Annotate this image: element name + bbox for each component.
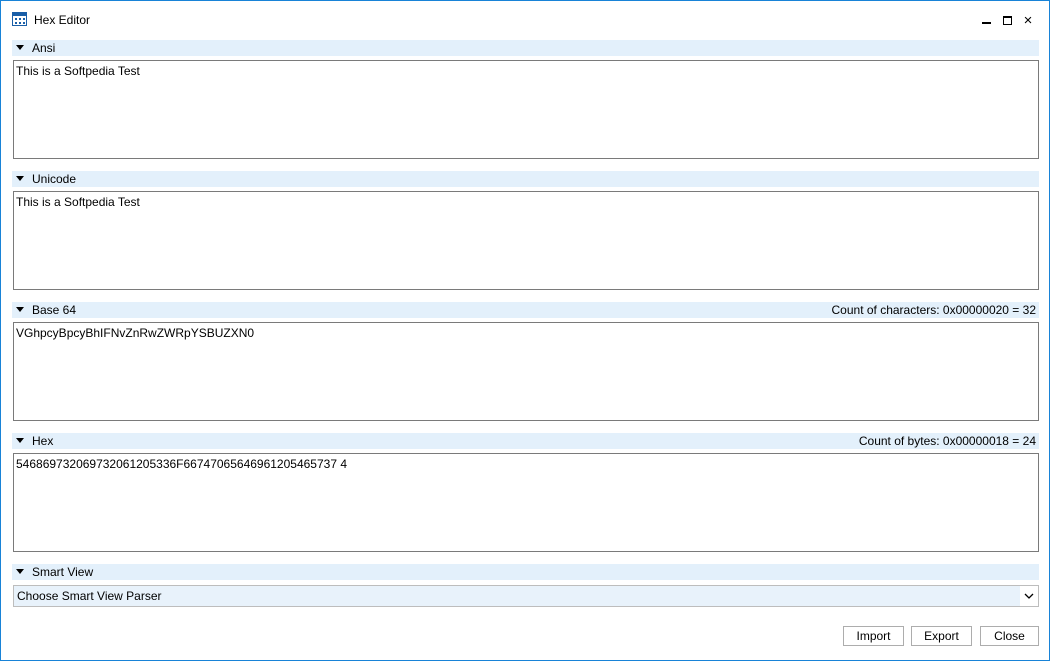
maximize-button[interactable] xyxy=(996,9,1018,31)
unicode-textbox[interactable]: This is a Softpedia Test xyxy=(13,191,1039,290)
unicode-section-header[interactable]: Unicode xyxy=(12,171,1039,187)
ansi-textbox[interactable]: This is a Softpedia Test xyxy=(13,60,1039,159)
smart-view-section-header[interactable]: Smart View xyxy=(12,564,1039,580)
close-icon: × xyxy=(1023,11,1033,29)
maximize-icon xyxy=(1002,15,1012,25)
smart-view-label: Smart View xyxy=(32,565,94,579)
hex-textbox[interactable]: 546869732069732061205336F667470656469612… xyxy=(13,453,1039,552)
base64-character-count: Count of characters: 0x00000020 = 32 xyxy=(831,303,1036,317)
unicode-label: Unicode xyxy=(32,172,77,186)
hex-byte-count: Count of bytes: 0x00000018 = 24 xyxy=(858,434,1036,448)
collapse-arrow-icon xyxy=(16,569,24,574)
title-bar[interactable]: Hex Editor × xyxy=(1,1,1049,37)
base64-section-header[interactable]: Base 64 Count of characters: 0x00000020 … xyxy=(12,302,1039,318)
collapse-arrow-icon xyxy=(16,438,24,443)
collapse-arrow-icon xyxy=(16,176,24,181)
smart-view-parser-select[interactable]: Choose Smart View Parser xyxy=(13,585,1039,607)
ansi-label: Ansi xyxy=(32,41,56,55)
import-button[interactable]: Import xyxy=(843,626,904,646)
window-title: Hex Editor xyxy=(34,13,91,27)
base64-textbox[interactable]: VGhpcyBpcyBhIFNvZnRwZWRpYSBUZXN0 xyxy=(13,322,1039,421)
collapse-arrow-icon xyxy=(16,45,24,50)
smart-view-selected-value: Choose Smart View Parser xyxy=(17,589,162,603)
close-window-button[interactable]: × xyxy=(1017,9,1039,31)
collapse-arrow-icon xyxy=(16,307,24,312)
hex-section-header[interactable]: Hex Count of bytes: 0x00000018 = 24 xyxy=(12,433,1039,449)
export-button[interactable]: Export xyxy=(911,626,972,646)
chevron-down-icon[interactable] xyxy=(1020,586,1038,606)
hex-label: Hex xyxy=(32,434,54,448)
minimize-icon xyxy=(981,21,991,24)
ansi-section-header[interactable]: Ansi xyxy=(12,40,1039,56)
base64-label: Base 64 xyxy=(32,303,77,317)
grid-window-icon xyxy=(12,12,27,26)
minimize-button[interactable] xyxy=(975,9,997,31)
hex-editor-window: Hex Editor × Ansi This is a Softpedia Te… xyxy=(0,0,1050,661)
close-button[interactable]: Close xyxy=(980,626,1039,646)
